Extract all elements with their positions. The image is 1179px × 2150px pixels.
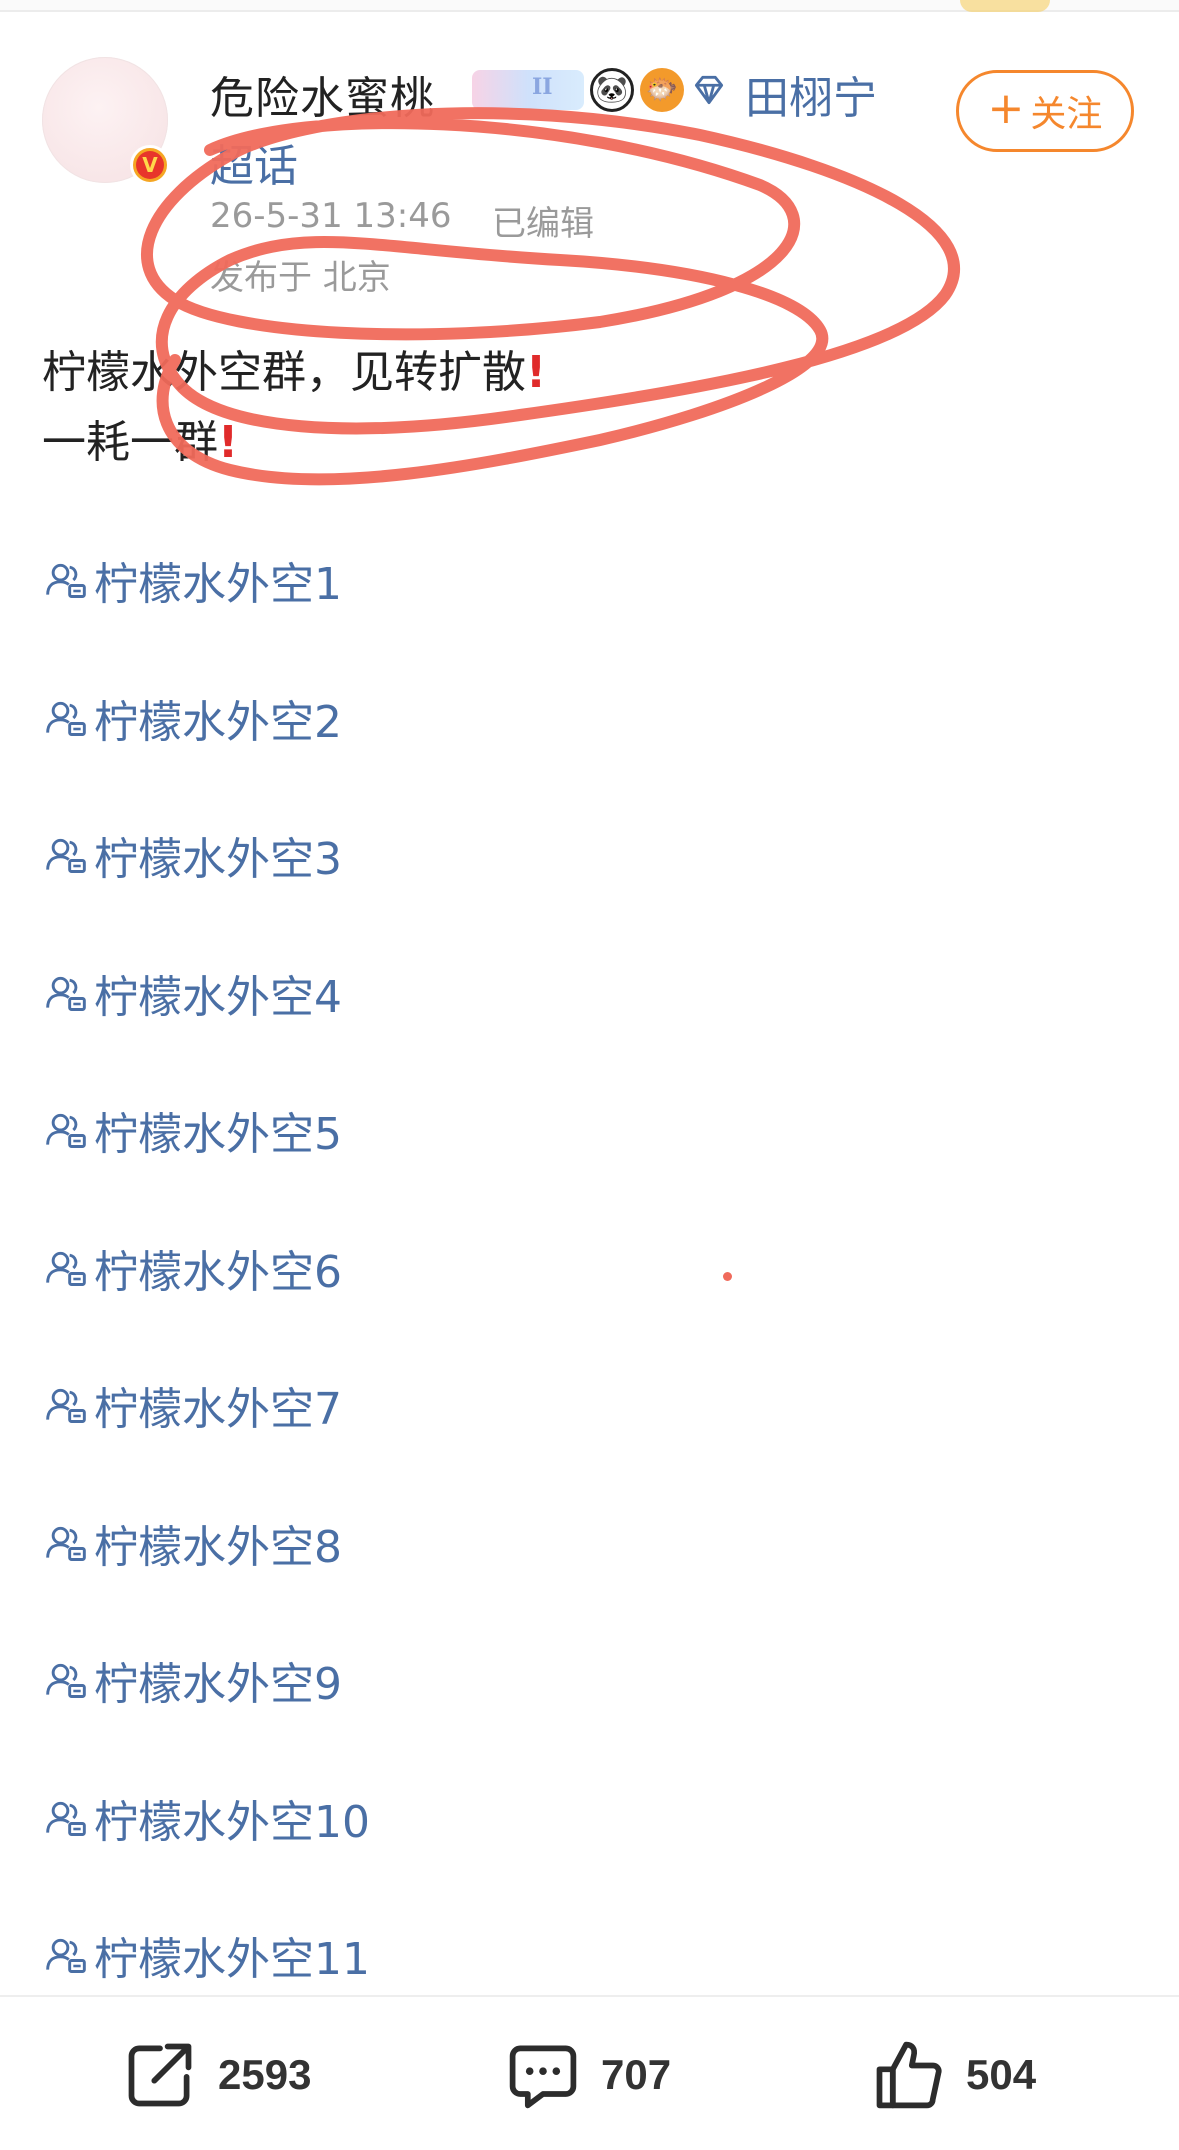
group-chat-name: 柠檬水外空8 — [94, 1521, 342, 1573]
group-chat-link[interactable]: 柠檬水外空7 — [44, 1373, 342, 1437]
exclamation-icon: ! — [526, 347, 547, 398]
group-chat-link[interactable]: 柠檬水外空5 — [44, 1098, 342, 1162]
exclamation-icon: ! — [218, 417, 239, 468]
group-chat-name: 柠檬水外空3 — [94, 834, 342, 885]
follow-button[interactable]: + 关注 — [956, 70, 1134, 152]
author-name[interactable]: 危险水蜜桃 — [210, 62, 435, 126]
author-badges: II 🐼 🐡 — [472, 68, 728, 112]
post-text: 柠檬水外空群，见转扩散 — [42, 347, 526, 398]
comment-button[interactable]: 707 — [505, 2037, 671, 2113]
verified-badge-icon: V — [130, 145, 170, 185]
group-chat-name: 柠檬水外空6 — [94, 1246, 342, 1298]
membership-badge-icon[interactable]: II — [472, 70, 584, 110]
group-chat-icon — [46, 1938, 86, 1973]
like-count: 504 — [966, 2051, 1037, 2098]
group-chat-link[interactable]: 柠檬水外空10 — [44, 1786, 370, 1850]
share-icon — [128, 2043, 192, 2107]
verified-mark: V — [136, 151, 164, 179]
group-chat-name: 柠檬水外空1 — [94, 559, 342, 610]
plus-icon: + — [987, 83, 1025, 134]
group-chat-link[interactable]: 柠檬水外空9 — [44, 1648, 342, 1712]
group-chat-name: 柠檬水外空2 — [94, 696, 342, 748]
group-chat-link[interactable]: 柠檬水外空3 — [44, 823, 342, 887]
top-decoration — [960, 0, 1050, 12]
repost-count: 2593 — [218, 2051, 312, 2098]
group-chat-link[interactable]: 柠檬水外空8 — [44, 1511, 342, 1575]
thumbs-up-icon — [876, 2041, 942, 2109]
group-chat-icon — [46, 838, 86, 873]
group-chat-link[interactable]: 柠檬水外空4 — [44, 961, 342, 1025]
group-chat-name: 柠檬水外空10 — [94, 1796, 370, 1848]
panda-icon: 🐼 — [590, 68, 634, 112]
post-text: 一耗一群 — [42, 417, 218, 468]
group-chat-name: 柠檬水外空5 — [94, 1109, 342, 1160]
group-chat-link[interactable]: 柠檬水外空6 — [44, 1236, 342, 1300]
group-chat-icon — [46, 1663, 86, 1698]
group-chat-link[interactable]: 柠檬水外空2 — [44, 686, 342, 750]
badge-text: II — [532, 74, 553, 100]
repost-button[interactable]: 2593 — [122, 2037, 311, 2113]
group-chat-icon — [46, 1251, 86, 1286]
post-time: 26-5-31 13:46 — [210, 196, 452, 236]
comment-count: 707 — [601, 2051, 672, 2098]
post-text-line-1: 柠檬水外空群，见转扩散! — [42, 336, 546, 400]
bottom-action-bar: 2593 707 504 — [0, 1995, 1179, 2150]
group-chat-icon — [46, 1801, 86, 1836]
group-chat-link[interactable]: 柠檬水外空11 — [44, 1923, 370, 1987]
topic-suffix[interactable]: 超话 — [210, 130, 298, 194]
post-location: 发布于 北京 — [210, 258, 391, 298]
like-button[interactable]: 504 — [870, 2037, 1036, 2113]
group-chat-icon — [46, 976, 86, 1011]
topic-name[interactable]: 田栩宁 — [745, 62, 877, 126]
group-chat-name: 柠檬水外空9 — [94, 1659, 342, 1710]
group-chat-name: 柠檬水外空7 — [94, 1384, 342, 1435]
diamond-icon — [694, 75, 724, 105]
follow-label: 关注 — [1030, 94, 1103, 135]
group-chat-name: 柠檬水外空4 — [94, 971, 342, 1023]
post-text-line-2: 一耗一群! — [42, 406, 238, 470]
pufferfish-icon: 🐡 — [640, 68, 684, 112]
group-chat-icon — [46, 701, 86, 736]
group-chat-link[interactable]: 柠檬水外空1 — [44, 548, 342, 612]
group-chat-name: 柠檬水外空11 — [94, 1934, 370, 1985]
group-chat-icon — [46, 1526, 86, 1561]
annotation-dot — [723, 1272, 732, 1281]
group-chat-icon — [46, 563, 86, 598]
group-chat-icon — [46, 1113, 86, 1148]
group-chat-icon — [46, 1388, 86, 1423]
edited-label[interactable]: 已编辑 — [492, 196, 594, 245]
comment-icon — [509, 2045, 577, 2109]
